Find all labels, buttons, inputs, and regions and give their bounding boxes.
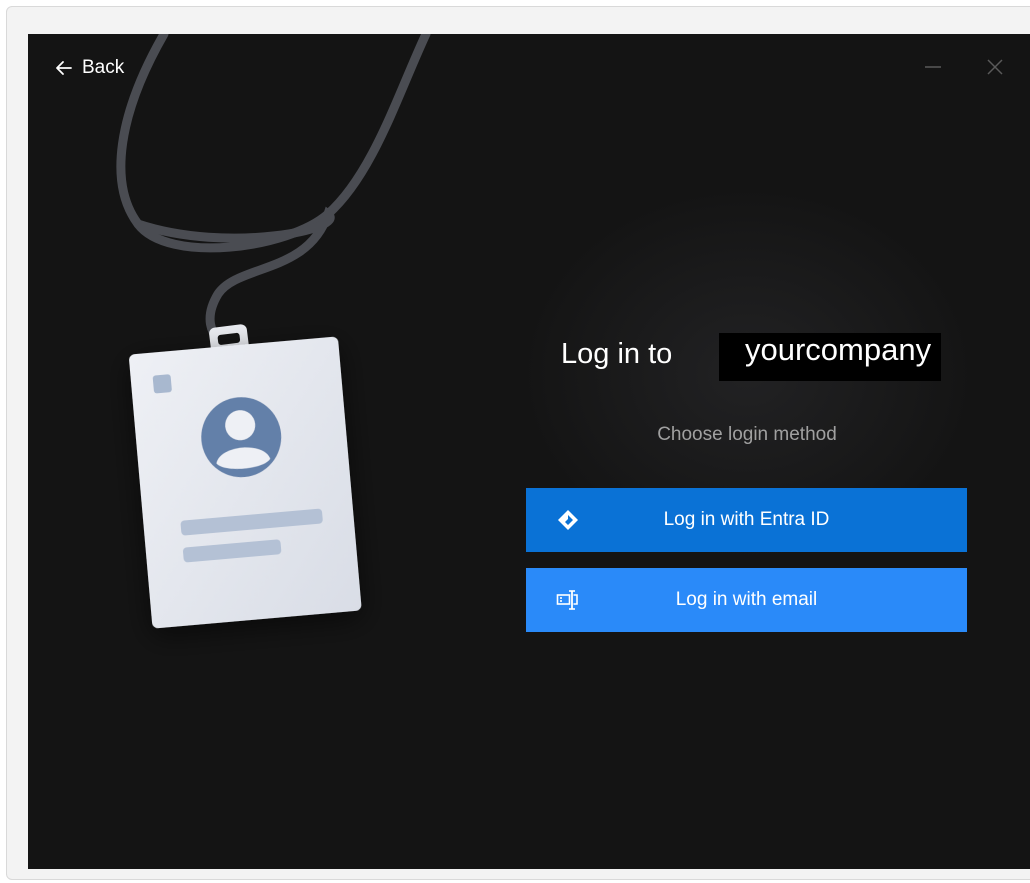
- login-title: Log in to yourcompany: [526, 324, 968, 384]
- back-label: Back: [82, 57, 125, 78]
- entra-id-login-label: Log in with Entra ID: [663, 509, 830, 530]
- minimize-icon: [925, 66, 941, 68]
- close-icon: [987, 59, 1003, 75]
- arrow-left-icon: [56, 61, 72, 75]
- login-subtitle: Choose login method: [657, 424, 837, 445]
- title-prefix: Log in to: [561, 338, 673, 370]
- close-button[interactable]: [984, 56, 1006, 78]
- login-panel: Log in to yourcompany Choose login metho…: [526, 324, 968, 632]
- email-login-button[interactable]: Log in with email: [526, 568, 967, 632]
- login-window: Back Log in to yourcompany Choose login …: [28, 34, 1030, 869]
- window-controls: [922, 56, 1006, 78]
- company-name: yourcompany: [745, 332, 932, 367]
- back-button[interactable]: Back: [54, 56, 124, 80]
- minimize-button[interactable]: [922, 56, 944, 78]
- email-login-label: Log in with email: [675, 589, 818, 610]
- entra-id-login-button[interactable]: Log in with Entra ID: [526, 488, 967, 552]
- id-badge-icon: [116, 34, 431, 629]
